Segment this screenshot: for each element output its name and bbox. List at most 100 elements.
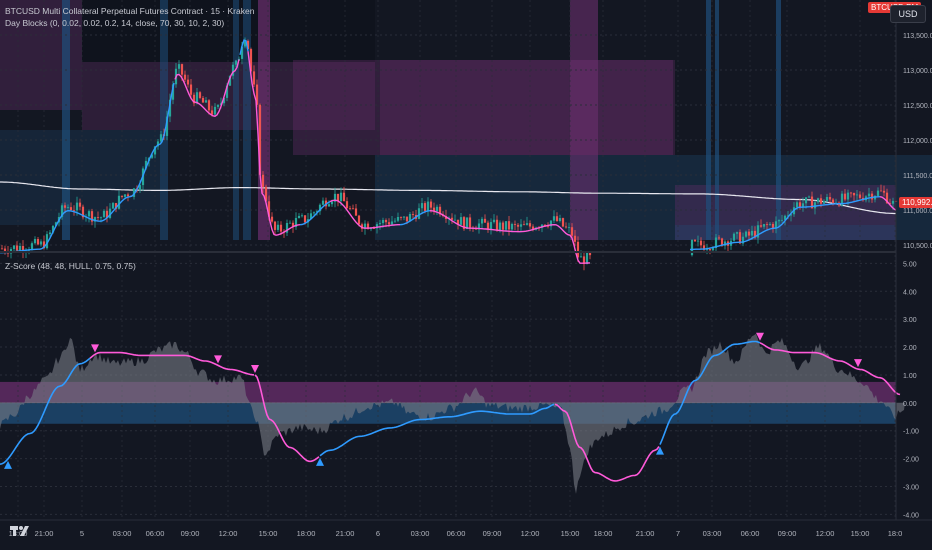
- candle-body: [273, 221, 277, 230]
- candle-body: [339, 192, 343, 201]
- candle-body: [759, 225, 763, 227]
- candle-body: [348, 208, 352, 210]
- candle-body: [696, 240, 700, 242]
- candle-body: [522, 224, 526, 226]
- candle-body: [882, 190, 886, 193]
- candle-body: [564, 226, 568, 228]
- candle-body: [345, 201, 349, 209]
- time-tick-label: 18:0: [888, 529, 903, 538]
- symbol-title: BTCUSD Multi Collateral Perpetual Future…: [5, 6, 255, 16]
- time-tick-label: 21:00: [336, 529, 355, 538]
- candle-body: [858, 194, 862, 198]
- price-tick-label: 110,500.00: [903, 243, 932, 250]
- candle-body: [561, 218, 565, 227]
- candle-body: [570, 227, 574, 236]
- candle-body: [846, 192, 850, 200]
- time-tick-label: 6: [376, 529, 380, 538]
- zscore-tick-label: -2.00: [903, 457, 919, 464]
- time-tick-label: 09:00: [483, 529, 502, 538]
- candle-body: [495, 219, 499, 231]
- candle-body: [180, 64, 184, 75]
- candle-body: [30, 243, 34, 250]
- candle-body: [468, 217, 472, 228]
- candle-body: [480, 218, 484, 224]
- last-price-badge: 110,992.00: [899, 197, 932, 208]
- zscore-tick-label: 3.00: [903, 317, 917, 324]
- candle-body: [765, 224, 769, 225]
- zscore-tick-label: -3.00: [903, 485, 919, 492]
- candle-body: [321, 200, 325, 205]
- currency-button[interactable]: USD: [890, 5, 926, 23]
- candle-body: [489, 222, 493, 230]
- candle-body: [798, 202, 802, 208]
- candle-body: [336, 193, 340, 201]
- candle-body: [711, 248, 715, 251]
- candle-body: [867, 193, 871, 197]
- candle-body: [381, 220, 385, 224]
- candle-body: [735, 232, 739, 234]
- zscore-tick-label: 5.00: [903, 261, 917, 268]
- candle-body: [804, 197, 808, 204]
- candle-body: [552, 216, 556, 221]
- time-tick-label: 06:00: [146, 529, 165, 538]
- candle-body: [342, 192, 346, 202]
- candle-body: [207, 100, 211, 111]
- day-blocks-legend[interactable]: Day Blocks (0, 0.02, 0.02, 0.2, 14, clos…: [5, 18, 224, 28]
- candle-body: [234, 60, 238, 65]
- candle-body: [75, 202, 79, 211]
- candle-body: [300, 215, 304, 217]
- candle-body: [576, 241, 580, 258]
- candle-body: [351, 208, 355, 210]
- candle-body: [378, 223, 382, 225]
- candle-body: [396, 217, 400, 221]
- candle-body: [99, 217, 103, 219]
- candle-body: [111, 203, 115, 209]
- candle-body: [261, 174, 265, 187]
- candle-body: [402, 216, 406, 218]
- candle-body: [429, 201, 433, 208]
- day-block-zone: [233, 0, 239, 240]
- zscore-tick-label: 2.00: [903, 345, 917, 352]
- candle-body: [822, 200, 826, 204]
- candle-body: [177, 64, 181, 69]
- candle-body: [819, 198, 823, 204]
- candle-body: [573, 235, 577, 242]
- time-tick-label: 5: [80, 529, 84, 538]
- candle-body: [420, 203, 424, 209]
- candle-body: [417, 208, 421, 219]
- time-tick-label: 06:00: [447, 529, 466, 538]
- candle-body: [519, 224, 523, 227]
- candle-body: [870, 193, 874, 200]
- candle-body: [405, 216, 409, 222]
- candle-body: [210, 110, 214, 115]
- tradingview-logo-icon[interactable]: [10, 524, 30, 538]
- time-tick-label: 18:00: [297, 529, 316, 538]
- candle-body: [357, 215, 361, 225]
- candle-body: [189, 84, 193, 95]
- candle-body: [852, 192, 856, 196]
- candle-body: [126, 194, 130, 197]
- lower-band: [0, 402, 896, 424]
- candle-body: [558, 218, 562, 221]
- candle-body: [201, 97, 205, 103]
- price-tick-label: 112,000.00: [903, 138, 932, 145]
- candle-body: [120, 195, 124, 197]
- candle-body: [498, 222, 502, 231]
- day-block-zone: [243, 0, 251, 240]
- price-tick-label: 113,000.00: [903, 68, 932, 75]
- candle-body: [213, 106, 217, 115]
- candle-body: [78, 202, 82, 207]
- candle-body: [813, 202, 817, 209]
- zscore-legend[interactable]: Z-Score (48, 48, HULL, 0.75, 0.75): [5, 261, 136, 271]
- price-tick-label: 113,500.00: [903, 33, 932, 40]
- time-tick-label: 12:00: [521, 529, 540, 538]
- candle-body: [831, 199, 835, 204]
- day-block-zone: [715, 0, 719, 240]
- candle-body: [501, 222, 505, 230]
- time-tick-label: 06:00: [741, 529, 760, 538]
- candle-body: [843, 193, 847, 200]
- time-tick-label: 09:00: [778, 529, 797, 538]
- candle-body: [567, 227, 571, 229]
- candle-body: [72, 210, 76, 211]
- candle-body: [252, 71, 256, 85]
